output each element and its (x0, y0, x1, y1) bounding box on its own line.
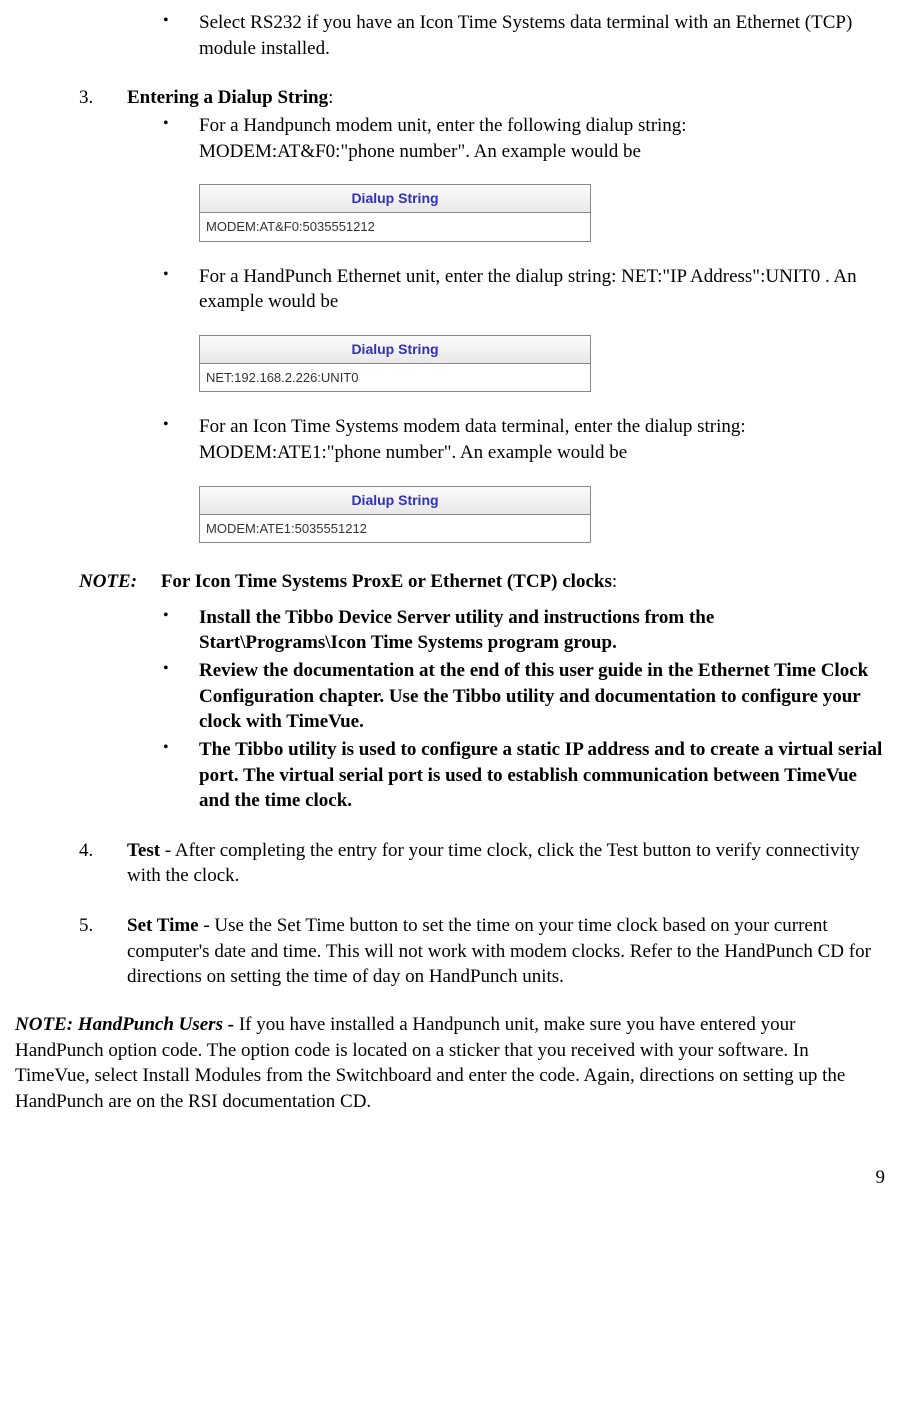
step-4-text: - After completing the entry for your ti… (127, 840, 860, 887)
step-4: 4. Test - After completing the entry for… (15, 838, 885, 889)
note-bullet-2: • Review the documentation at the end of… (15, 658, 885, 735)
bullet-icon: • (163, 737, 199, 814)
step-5-title: Set Time (127, 915, 199, 936)
step-3-content: Entering a Dialup String: (127, 85, 885, 111)
note-bullet-3: • The Tibbo utility is used to configure… (15, 737, 885, 814)
bullet-icon: • (163, 658, 199, 735)
intro-bullet: • Select RS232 if you have an Icon Time … (15, 10, 885, 61)
step-3-bullet-3: • For an Icon Time Systems modem data te… (15, 414, 885, 465)
dialup-example-2: Dialup String NET:192.168.2.226:UNIT0 (199, 335, 591, 392)
intro-bullet-text: Select RS232 if you have an Icon Time Sy… (199, 10, 885, 61)
step-5-text: - Use the Set Time button to set the tim… (127, 915, 871, 987)
dialup-header-1: Dialup String (200, 185, 590, 213)
bullet-icon: • (163, 605, 199, 656)
step-3-title: Entering a Dialup String (127, 87, 328, 108)
step-5-content: Set Time - Use the Set Time button to se… (127, 913, 885, 990)
dialup-example-3: Dialup String MODEM:ATE1:5035551212 (199, 486, 591, 543)
bullet-icon: • (163, 113, 199, 164)
step-4-title: Test (127, 840, 160, 861)
note-bullet-1: • Install the Tibbo Device Server utilit… (15, 605, 885, 656)
note-bullet-text: The Tibbo utility is used to configure a… (199, 737, 885, 814)
note-ethernet-clocks: NOTE: For Icon Time Systems ProxE or Eth… (79, 569, 885, 595)
step-3-number: 3. (79, 85, 127, 111)
note-bullet-text: Install the Tibbo Device Server utility … (199, 605, 885, 656)
step-3-bullet-1: • For a Handpunch modem unit, enter the … (15, 113, 885, 164)
step-5: 5. Set Time - Use the Set Time button to… (15, 913, 885, 990)
dialup-header-3: Dialup String (200, 487, 590, 515)
dialup-value-1: MODEM:AT&F0:5035551212 (200, 213, 590, 241)
step-4-content: Test - After completing the entry for yo… (127, 838, 885, 889)
dialup-value-2: NET:192.168.2.226:UNIT0 (200, 364, 590, 392)
note-handpunch-users: NOTE: HandPunch Users - If you have inst… (15, 1012, 885, 1115)
step-3: 3. Entering a Dialup String: (15, 85, 885, 111)
bottom-note-label: NOTE: HandPunch Users - (15, 1014, 239, 1035)
page-number: 9 (15, 1165, 885, 1191)
note-label: NOTE: (79, 571, 137, 592)
dialup-example-1: Dialup String MODEM:AT&F0:5035551212 (199, 184, 591, 241)
bullet-icon: • (163, 264, 199, 315)
note-heading: For Icon Time Systems ProxE or Ethernet … (161, 571, 612, 592)
bullet-icon: • (163, 10, 199, 61)
note-bullet-text: Review the documentation at the end of t… (199, 658, 885, 735)
step-5-number: 5. (79, 913, 127, 990)
bullet-icon: • (163, 414, 199, 465)
dialup-header-2: Dialup String (200, 336, 590, 364)
step-3-bullet-3-text: For an Icon Time Systems modem data term… (199, 414, 885, 465)
step-4-number: 4. (79, 838, 127, 889)
step-3-bullet-1-text: For a Handpunch modem unit, enter the fo… (199, 113, 885, 164)
dialup-value-3: MODEM:ATE1:5035551212 (200, 515, 590, 543)
step-3-bullet-2: • For a HandPunch Ethernet unit, enter t… (15, 264, 885, 315)
step-3-bullet-2-text: For a HandPunch Ethernet unit, enter the… (199, 264, 885, 315)
